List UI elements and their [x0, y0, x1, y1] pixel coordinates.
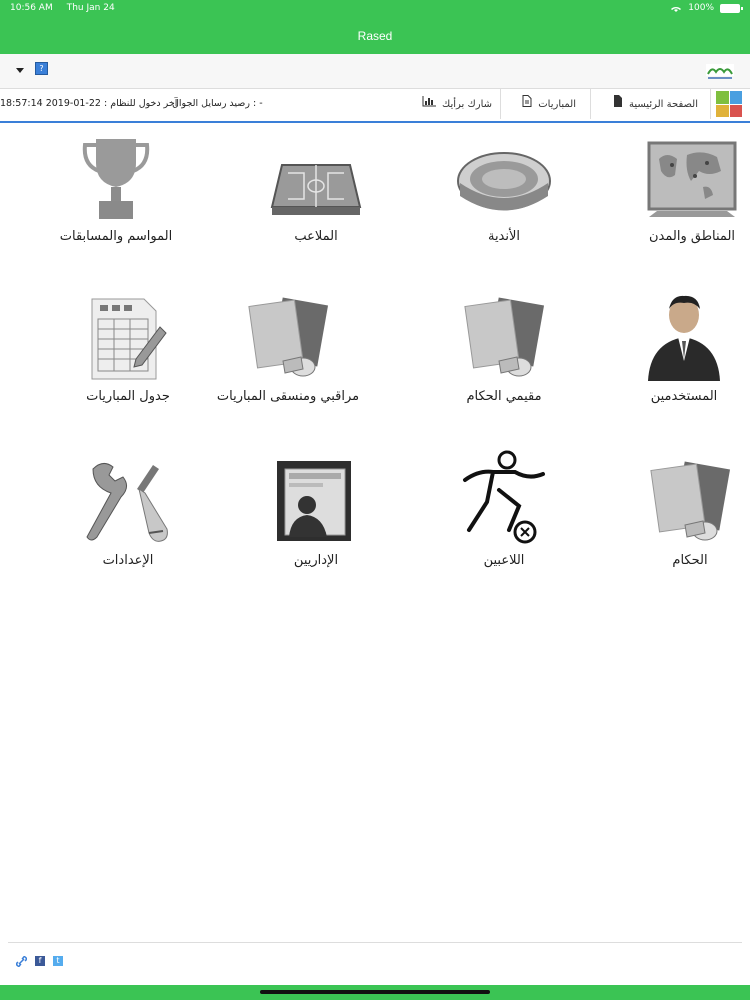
tile-users[interactable]: المستخدمين — [590, 286, 750, 404]
tile-label: الأندية — [487, 229, 521, 244]
main-menu: الصفحة الرئيسية المباريات شارك برأيك رصي… — [0, 89, 750, 123]
player-kick-icon — [463, 450, 545, 544]
tile-referees[interactable]: الحكام — [596, 450, 750, 568]
status-date: Thu Jan 24 — [66, 3, 115, 13]
footer-social: f t — [16, 956, 63, 967]
document-icon — [613, 92, 623, 118]
wrench-screwdriver-icon — [86, 463, 168, 542]
tile-label: اللاعبين — [483, 553, 525, 568]
tile-settings[interactable]: الإعدادات — [34, 450, 222, 568]
trophy-icon — [82, 139, 150, 219]
document-outline-icon — [522, 92, 532, 118]
bar-chart-icon — [422, 92, 437, 118]
cards-whistle-icon — [464, 297, 545, 377]
tile-label: المناطق والمدن — [648, 229, 736, 244]
tile-stadiums[interactable]: الملاعب — [222, 126, 410, 244]
tile-label: المواسم والمسابقات — [59, 229, 173, 244]
tile-label: المستخدمين — [650, 389, 718, 404]
twitter-icon[interactable]: t — [53, 956, 63, 966]
schedule-sheet-icon — [91, 298, 167, 380]
menu-share[interactable]: شارك برأيك — [422, 89, 492, 121]
menu-matches[interactable]: المباريات — [522, 89, 576, 121]
world-map-icon — [647, 141, 737, 217]
tile-label: مراقبي ومنسقى المباريات — [216, 389, 360, 404]
stadium-icon — [457, 152, 551, 211]
tile-administrators[interactable]: الإداريين — [222, 450, 410, 568]
football-pitch-icon — [270, 164, 362, 215]
footer-divider — [8, 942, 742, 943]
menu-share-label: شارك برأيك — [442, 99, 492, 110]
tile-label: الملاعب — [294, 229, 338, 244]
menu-home[interactable]: الصفحة الرئيسية — [613, 89, 698, 121]
menu-home-label: الصفحة الرئيسية — [629, 99, 698, 110]
tile-referee-evaluators[interactable]: مقيمي الحكام — [410, 286, 598, 404]
user-icon — [648, 295, 720, 381]
home-indicator[interactable] — [260, 990, 490, 994]
app-title: Rased — [0, 18, 750, 54]
menu-matches-label: المباريات — [538, 99, 576, 110]
rased-logo-icon — [706, 64, 734, 79]
tile-clubs[interactable]: الأندية — [410, 126, 598, 244]
help-icon[interactable]: ? — [35, 62, 48, 75]
status-bar: 10:56 AM Thu Jan 24 100% — [0, 0, 750, 18]
tile-regions-cities[interactable]: المناطق والمدن — [598, 126, 750, 244]
cards-whistle-icon — [650, 461, 731, 541]
status-time: 10:56 AM — [10, 3, 53, 13]
wifi-icon — [671, 6, 682, 12]
tile-label: الإعدادات — [102, 553, 154, 568]
battery-icon — [720, 3, 743, 13]
tile-players[interactable]: اللاعبين — [410, 450, 598, 568]
admin-folder-icon — [277, 461, 351, 541]
toolbar: ? — [0, 54, 750, 89]
tile-seasons-competitions[interactable]: المواسم والمسابقات — [22, 126, 210, 244]
tile-label: جدول المباريات — [86, 389, 170, 404]
cards-whistle-icon — [248, 297, 329, 377]
tile-match-schedule[interactable]: جدول المباريات — [34, 286, 222, 404]
link-icon[interactable] — [16, 956, 27, 967]
tile-match-observers-coordinators[interactable]: مراقبي ومنسقى المباريات — [194, 286, 382, 404]
last-login: آخر دخول للنظام : 22-01-2019 18:57:14 — [0, 98, 178, 109]
battery-percent: 100% — [688, 3, 714, 13]
tile-label: الإداريين — [293, 553, 339, 568]
apps-grid-icon[interactable] — [716, 91, 742, 117]
tile-label: مقيمي الحكام — [466, 389, 542, 404]
sms-balance: رصيد رسايل الجوال : - — [172, 98, 263, 109]
facebook-icon[interactable]: f — [35, 956, 45, 966]
dropdown-caret-icon[interactable] — [16, 68, 24, 73]
tile-label: الحكام — [672, 553, 708, 568]
